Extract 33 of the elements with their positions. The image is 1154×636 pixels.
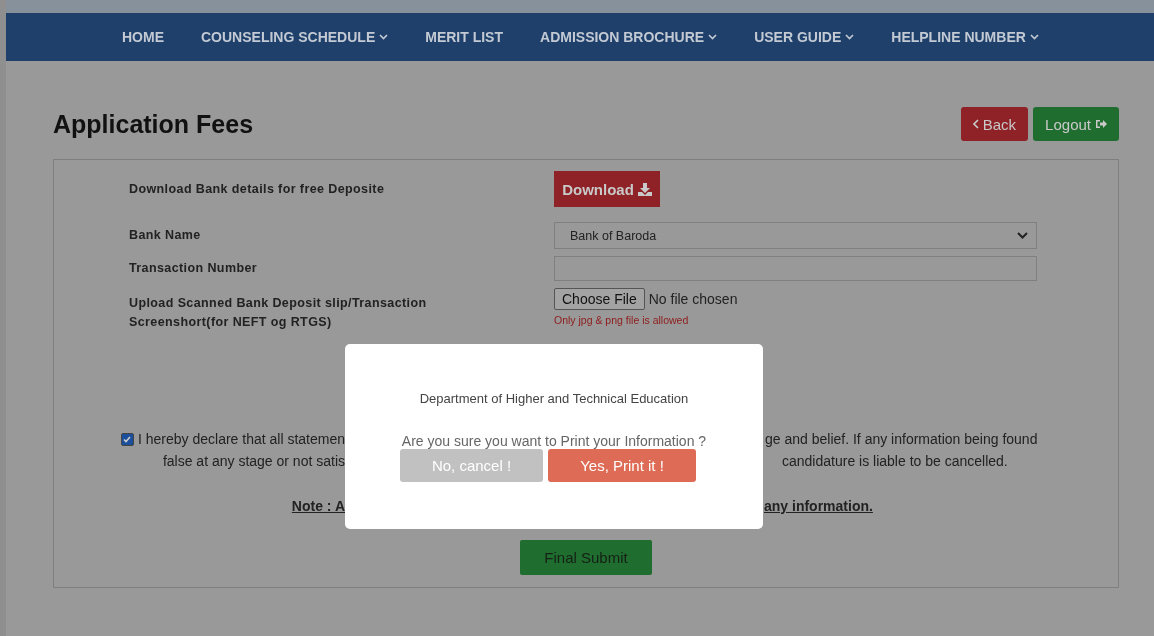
- nav-link[interactable]: MERIT LIST: [425, 29, 503, 45]
- field-label: Upload Scanned Bank Deposit slip/Transaction Screenshort(for NEFT og RTGS): [129, 295, 428, 331]
- field-label: Transaction Number: [129, 260, 259, 277]
- bank-select[interactable]: Bank of Baroda: [554, 222, 1037, 249]
- nav-link[interactable]: ADMISSION BROCHURE: [540, 29, 718, 45]
- chevron-down-icon: [1017, 232, 1028, 239]
- chevron-left-icon: [972, 119, 979, 129]
- nav-link[interactable]: HOME: [122, 29, 164, 45]
- declaration-text: I hereby declare that all statemen: [138, 429, 345, 449]
- upload-hint: Only jpg & png file is allowed: [554, 314, 689, 326]
- logout-button[interactable]: Logout: [1033, 107, 1119, 141]
- nav-link[interactable]: COUNSELING SCHEDULE: [201, 29, 389, 45]
- declaration-text: ge and belief. If any information being found: [765, 431, 1038, 447]
- page-title: Application Fees: [53, 109, 254, 139]
- confirm-button[interactable]: Yes, Print it !: [548, 449, 696, 482]
- declaration-text: false at any stage or not satis: [162, 451, 345, 471]
- declaration-checkbox[interactable]: [121, 432, 134, 446]
- transaction-input[interactable]: [554, 256, 1037, 281]
- download-button[interactable]: Download: [554, 171, 660, 207]
- field-label: Download Bank details for free Deposite: [129, 180, 386, 198]
- download-icon: [637, 182, 652, 196]
- note-text: any information.: [764, 498, 873, 514]
- back-button[interactable]: Back: [960, 107, 1029, 141]
- nav-link[interactable]: HELPLINE NUMBER: [891, 29, 1039, 45]
- declaration-text: candidature is liable to be cancelled.: [782, 453, 1008, 469]
- choose-file-button[interactable]: Choose File: [554, 288, 645, 310]
- file-status: No file chosen: [648, 291, 738, 307]
- field-label: Bank Name: [129, 227, 202, 244]
- nav-link[interactable]: USER GUIDE: [754, 29, 855, 45]
- dialog-heading: Department of Higher and Technical Education: [419, 391, 689, 406]
- dialog-question: Are you sure you want to Print your Information ?: [401, 433, 707, 449]
- sign-out-icon: [1095, 119, 1107, 129]
- note-text: Note : A: [291, 496, 345, 516]
